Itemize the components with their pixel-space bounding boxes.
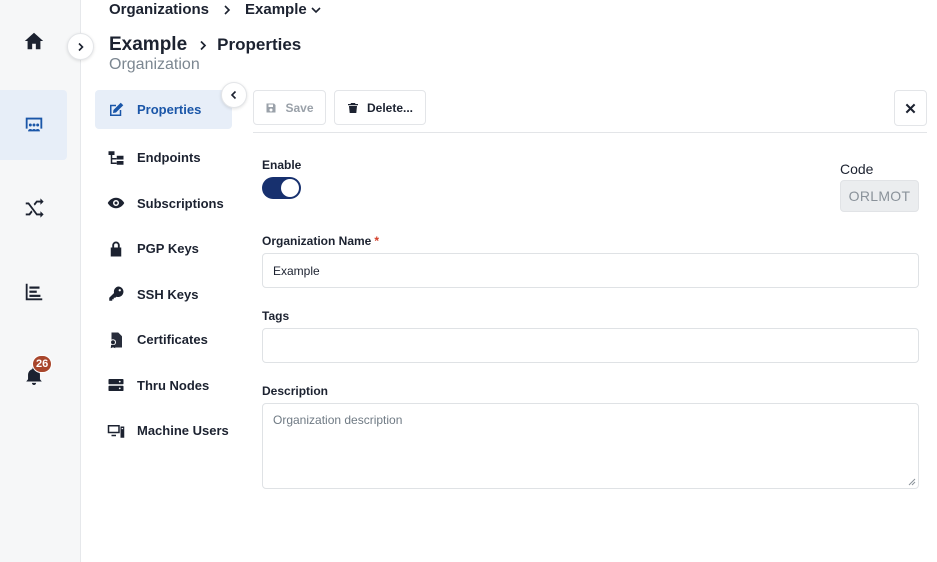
shuffle-icon xyxy=(25,198,44,218)
trash-icon xyxy=(347,102,358,113)
computer-icon xyxy=(107,424,125,438)
eye-icon xyxy=(107,198,125,209)
code-label: Code xyxy=(840,161,874,177)
tags-input[interactable] xyxy=(262,328,919,363)
enable-toggle[interactable] xyxy=(262,177,301,199)
certificate-icon xyxy=(110,332,122,348)
toolbar: Save Delete... xyxy=(253,90,927,133)
delete-button[interactable]: Delete... xyxy=(334,90,426,125)
section-item-thru-nodes[interactable]: Thru Nodes xyxy=(95,363,232,409)
section-item-properties[interactable]: Properties xyxy=(95,90,232,129)
floppy-disk-icon xyxy=(266,103,276,112)
section-item-certificates[interactable]: Certificates xyxy=(95,317,232,363)
breadcrumb: Organizations Example xyxy=(109,1,321,18)
rail-organizations[interactable] xyxy=(0,90,67,160)
section-item-pgp-keys[interactable]: PGP Keys xyxy=(95,226,232,272)
server-icon xyxy=(108,379,124,392)
edit-icon xyxy=(110,102,124,116)
nav-rail: 26 xyxy=(0,0,81,562)
section-item-label: Machine Users xyxy=(137,423,229,439)
chevron-down-icon[interactable] xyxy=(311,6,321,14)
rail-home[interactable] xyxy=(0,6,67,76)
section-item-machine-users[interactable]: Machine Users xyxy=(95,408,232,454)
tags-label: Tags xyxy=(262,309,290,323)
organization-name-input[interactable]: Example xyxy=(262,253,919,288)
code-field: ORLMOT xyxy=(840,180,919,212)
description-textarea[interactable]: Organization description xyxy=(262,403,919,489)
chevron-right-icon xyxy=(77,42,84,51)
chevron-right-icon xyxy=(200,40,207,50)
save-button[interactable]: Save xyxy=(253,90,326,125)
breadcrumb-current-org[interactable]: Example xyxy=(245,1,307,18)
section-item-ssh-keys[interactable]: SSH Keys xyxy=(95,272,232,318)
page-title-org: Example xyxy=(109,34,188,55)
notification-count-badge: 26 xyxy=(32,355,53,373)
breadcrumb-organizations[interactable]: Organizations xyxy=(109,1,209,18)
hierarchy-icon xyxy=(108,151,124,165)
section-item-label: Properties xyxy=(137,102,202,117)
save-button-label: Save xyxy=(285,100,314,115)
section-nav: Properties Endpoints Subscriptions PGP K… xyxy=(95,90,232,454)
expand-nav-button[interactable] xyxy=(67,33,94,60)
section-item-label: SSH Keys xyxy=(137,286,199,302)
page-title: Example Properties xyxy=(109,34,301,56)
close-button[interactable] xyxy=(894,90,927,126)
section-item-label: Certificates xyxy=(137,332,208,348)
required-marker: * xyxy=(374,234,380,248)
rail-integrations[interactable] xyxy=(0,173,67,243)
organization-name-label: Organization Name * xyxy=(262,234,379,248)
description-placeholder: Organization description xyxy=(273,413,403,427)
close-icon xyxy=(905,103,916,113)
resize-handle-icon[interactable] xyxy=(908,478,916,486)
description-label: Description xyxy=(262,384,329,398)
toggle-knob xyxy=(281,179,299,197)
chevron-left-icon xyxy=(230,90,237,100)
section-item-label: PGP Keys xyxy=(137,241,199,257)
section-item-label: Endpoints xyxy=(137,150,201,166)
home-icon xyxy=(24,32,43,50)
page-title-section: Properties xyxy=(217,35,302,54)
bar-chart-icon xyxy=(25,283,42,301)
key-icon xyxy=(109,286,124,301)
organization-name-label-text: Organization Name xyxy=(262,234,372,248)
section-item-subscriptions[interactable]: Subscriptions xyxy=(95,181,232,227)
collapse-section-nav-button[interactable] xyxy=(221,82,247,108)
enable-label: Enable xyxy=(262,158,302,172)
section-item-label: Subscriptions xyxy=(137,195,224,211)
delete-button-label: Delete... xyxy=(366,100,414,115)
section-item-endpoints[interactable]: Endpoints xyxy=(95,135,232,181)
chevron-right-icon xyxy=(224,4,231,15)
section-item-label: Thru Nodes xyxy=(137,377,210,393)
organization-icon xyxy=(25,117,42,132)
rail-notifications[interactable] xyxy=(0,341,67,411)
lock-icon xyxy=(110,241,122,257)
rail-reports[interactable] xyxy=(0,257,67,327)
page-subtitle: Organization xyxy=(109,56,200,73)
